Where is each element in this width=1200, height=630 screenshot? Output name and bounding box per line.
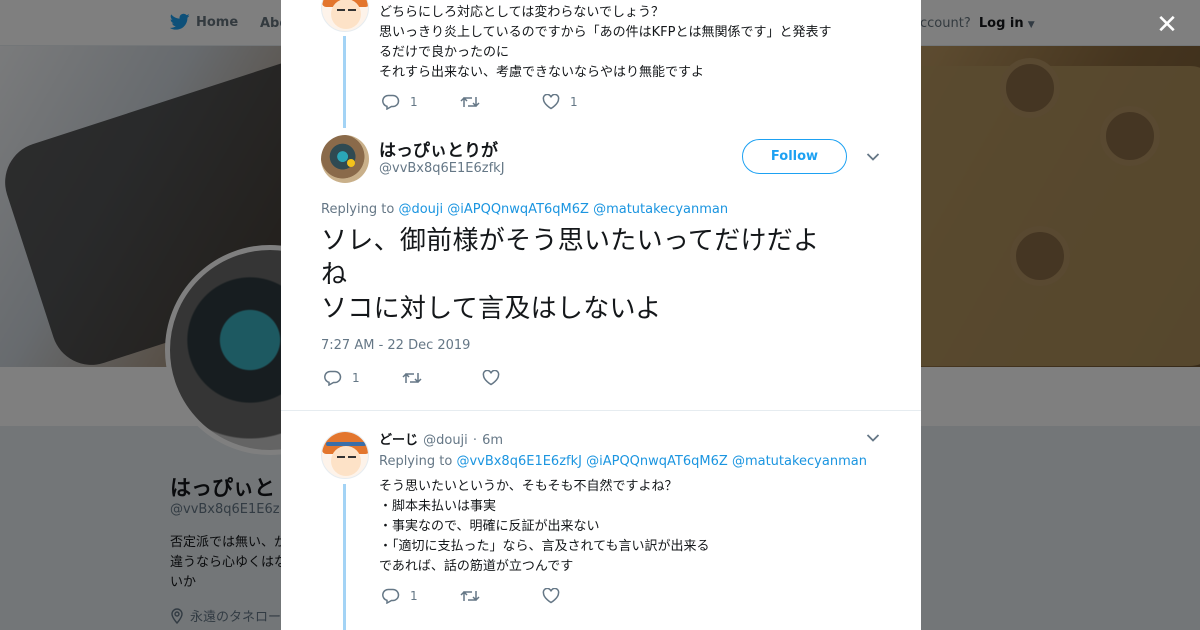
main-tweet-text: ソレ、御前様がそう思いたいってだけだよ ね ソコに対して言及はしないよ (321, 224, 876, 326)
main-tweet-handle[interactable]: @vvBx8q6E1E6zfkJ (379, 161, 505, 176)
retweet-button[interactable] (460, 94, 542, 110)
reply-count: 1 (410, 589, 418, 603)
reply-icon (324, 370, 342, 386)
reply-tweet-handle[interactable]: @douji (423, 433, 468, 448)
reply-tweet-header: どーじ @douji · 6m (379, 429, 503, 448)
chevron-down-icon[interactable] (866, 152, 880, 162)
like-button[interactable]: 1 (542, 94, 578, 110)
prev-tweet-text: どちらにしろ対応としては変わらないでしょう？ 思いっきり炎上しているのですから「… (379, 3, 879, 83)
thread-line-top (343, 36, 346, 128)
retweet-icon (402, 372, 422, 384)
like-count: 1 (570, 95, 578, 109)
reply-icon (382, 588, 400, 604)
reply-tweet-line: ・脚本未払いは事実 (379, 499, 497, 514)
prev-tweet-line: るだけで良かったのに (379, 45, 510, 60)
close-icon[interactable]: ✕ (1152, 12, 1182, 38)
mention-link[interactable]: @iAPQQnwqAT6qM6Z (586, 454, 728, 469)
prev-tweet-actions: 1 1 (382, 94, 578, 110)
mention-link[interactable]: @iAPQQnwqAT6qM6Z (447, 202, 589, 217)
reply-tweet-line: ・事実なので、明確に反証が出来ない (379, 519, 600, 534)
replying-to: Replying to @douji @iAPQQnwqAT6qM6Z @mat… (321, 202, 728, 217)
reply-button[interactable]: 1 (382, 588, 460, 604)
mention-link[interactable]: @matutakecyanman (593, 202, 728, 217)
replying-to-label: Replying to (321, 202, 395, 217)
retweet-icon (460, 96, 480, 108)
main-tweet-line: ソコに対して言及はしないよ (321, 294, 662, 324)
like-button[interactable] (482, 370, 500, 386)
separator-dot: · (472, 433, 478, 448)
prev-tweet-line: 思いっきり炎上しているのですから「あの件はKFPとは無関係です」と発表す (379, 25, 832, 40)
avatar[interactable] (321, 135, 369, 183)
follow-button[interactable]: Follow (742, 139, 847, 174)
mention-link[interactable]: @matutakecyanman (732, 454, 867, 469)
reply-tweet-name[interactable]: どーじ (379, 433, 418, 448)
reply-tweet-actions: 1 (382, 588, 560, 604)
mention-link[interactable]: @vvBx8q6E1E6zfkJ (456, 454, 582, 469)
main-tweet-line: ね (321, 260, 348, 290)
main-tweet-actions: 1 (324, 370, 500, 386)
like-button[interactable] (542, 588, 560, 604)
divider (281, 410, 921, 411)
retweet-icon (460, 590, 480, 602)
retweet-button[interactable] (402, 370, 482, 386)
reply-tweet-time[interactable]: 6m (482, 433, 503, 448)
chevron-down-icon[interactable] (866, 433, 880, 443)
reply-tweet-text: そう思いたいというか、そもそも不自然ですよね？ ・脚本未払いは事実 ・事実なので… (379, 477, 899, 577)
reply-count: 1 (352, 371, 360, 385)
retweet-button[interactable] (460, 588, 542, 604)
reply-count: 1 (410, 95, 418, 109)
avatar[interactable] (321, 431, 369, 479)
heart-icon (542, 94, 560, 110)
mention-link[interactable]: @douji (398, 202, 443, 217)
thread-line-bottom (343, 484, 346, 630)
tweet-permalink-modal: どちらにしろ対応としては変わらないでしょう？ 思いっきり炎上しているのですから「… (281, 0, 921, 630)
reply-tweet-line: そう思いたいというか、そもそも不自然ですよね？ (379, 479, 678, 494)
tweet-timestamp[interactable]: 7:27 AM - 22 Dec 2019 (321, 338, 470, 353)
main-tweet-line: ソレ、御前様がそう思いたいってだけだよ (321, 226, 820, 256)
replying-to: Replying to @vvBx8q6E1E6zfkJ @iAPQQnwqAT… (379, 454, 867, 469)
reply-icon (382, 94, 400, 110)
reply-tweet-line: であれば、話の筋道が立つんです (379, 559, 574, 574)
prev-tweet-line: それすら出来ない、考慮できないならやはり無能ですよ (379, 65, 705, 80)
reply-button[interactable]: 1 (382, 94, 460, 110)
heart-icon (542, 588, 560, 604)
reply-tweet-line: ・「適切に支払った」なら、言及されても言い訳が出来る (379, 539, 710, 554)
reply-button[interactable]: 1 (324, 370, 402, 386)
main-tweet-name[interactable]: はっぴぃとりが (379, 136, 498, 161)
replying-to-label: Replying to (379, 454, 453, 469)
prev-tweet-line: どちらにしろ対応としては変わらないでしょう？ (379, 5, 664, 20)
avatar[interactable] (321, 0, 369, 32)
heart-icon (482, 370, 500, 386)
